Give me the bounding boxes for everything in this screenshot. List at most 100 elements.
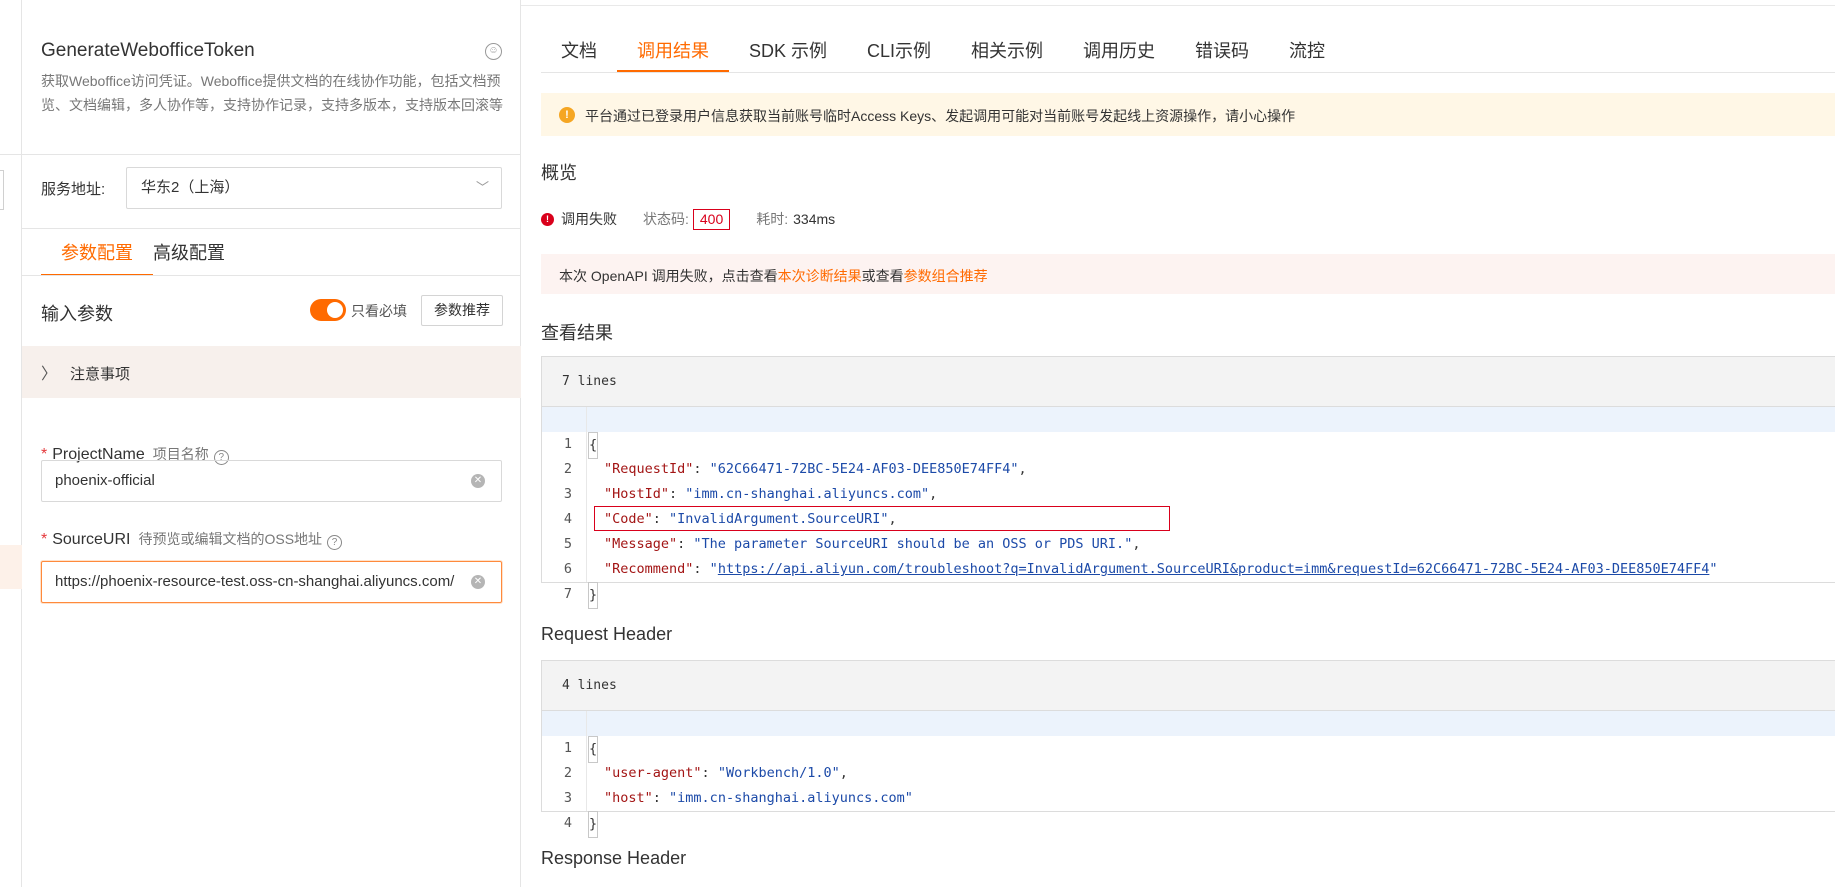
left-tabs: 参数配置 高级配置 bbox=[41, 230, 245, 276]
api-config-panel: GenerateWebofficeToken ☺ 获取Weboffice访问凭证… bbox=[22, 0, 521, 887]
result-title: 查看结果 bbox=[541, 323, 613, 343]
line-number: 4 bbox=[563, 815, 572, 831]
line-count: 7 lines bbox=[542, 357, 1835, 407]
field-name: SourceURI bbox=[52, 531, 131, 548]
tab-param-config[interactable]: 参数配置 bbox=[41, 230, 153, 276]
source-uri-input[interactable]: https://phoenix-resource-test.oss-cn-sha… bbox=[41, 561, 502, 603]
help-circle-icon[interactable]: ? bbox=[327, 535, 343, 550]
service-address-value: 华东2（上海） bbox=[141, 179, 240, 196]
tab-sdk-example[interactable]: SDK 示例 bbox=[729, 30, 847, 72]
elapsed-value: 334ms bbox=[793, 211, 836, 227]
tab-advanced-config[interactable]: 高级配置 bbox=[153, 230, 245, 274]
source-uri-label: * SourceURI 待预览或编辑文档的OSS地址? bbox=[41, 529, 343, 550]
tab-cli-example[interactable]: CLI示例 bbox=[847, 30, 951, 72]
divider bbox=[521, 5, 1835, 6]
code-line: 3 "HostId": "imm.cn-shanghai.aliyuncs.com… bbox=[542, 457, 1835, 502]
elapsed-label: 耗时: bbox=[756, 211, 789, 227]
collapsed-panel-edge[interactable] bbox=[0, 170, 4, 210]
status-code-label: 状态码: bbox=[643, 211, 689, 227]
code-line: 3 "host": "imm.cn-shanghai.aliyuncs.com" bbox=[542, 761, 1835, 806]
gutter bbox=[586, 407, 587, 432]
message-highlight-box bbox=[594, 506, 1170, 531]
smile-face-icon[interactable]: ☺ bbox=[485, 43, 502, 60]
error-circle-icon: ! bbox=[541, 212, 554, 226]
gutter bbox=[586, 736, 587, 761]
gutter bbox=[586, 482, 587, 507]
gutter bbox=[586, 761, 587, 786]
active-item-highlight bbox=[0, 545, 22, 589]
diagnosis-link[interactable]: 本次诊断结果 bbox=[778, 268, 862, 284]
project-name-input[interactable]: phoenix-official ✕ bbox=[41, 460, 502, 502]
status-row: ! 调用失败 状态码: 400 耗时: 334ms bbox=[541, 208, 835, 230]
code-line: 1{ bbox=[542, 407, 1835, 459]
gutter bbox=[586, 711, 587, 736]
result-code-panel: 7 lines 1{ 2 "RequestId": "62C66471-72BC-… bbox=[541, 356, 1835, 609]
tab-related-examples[interactable]: 相关示例 bbox=[951, 30, 1063, 72]
notice-collapse[interactable]: 〉 注意事项 bbox=[22, 346, 521, 398]
code-line: 1{ bbox=[542, 711, 1835, 763]
gutter bbox=[586, 507, 587, 532]
code-line: 7} bbox=[542, 557, 1835, 609]
close-brace: } bbox=[588, 811, 599, 838]
tab-call-history[interactable]: 调用历史 bbox=[1063, 30, 1175, 72]
tab-rate-limit[interactable]: 流控 bbox=[1269, 30, 1345, 72]
line-number: 7 bbox=[563, 586, 572, 602]
tab-error-codes[interactable]: 错误码 bbox=[1175, 30, 1269, 72]
divider bbox=[22, 154, 521, 155]
warning-circle-icon: ! bbox=[559, 107, 575, 123]
side-nav-strip bbox=[0, 0, 22, 887]
gutter bbox=[586, 432, 587, 457]
fail-notice-prefix: 本次 OpenAPI 调用失败，点击查看 bbox=[559, 268, 778, 284]
request-header-title: Request Header bbox=[541, 624, 673, 644]
status-text: 调用失败 bbox=[561, 211, 617, 227]
status-code-badge: 400 bbox=[692, 208, 731, 230]
param-recommend-button[interactable]: 参数推荐 bbox=[421, 295, 503, 326]
service-address-select[interactable]: 华东2（上海） ﹀ bbox=[126, 167, 502, 209]
result-panel: 文档 调用结果 SDK 示例 CLI示例 相关示例 调用历史 错误码 流控 ! … bbox=[521, 0, 1835, 887]
toggle-knob bbox=[327, 302, 343, 318]
source-uri-value: https://phoenix-resource-test.oss-cn-sha… bbox=[55, 573, 455, 590]
tab-call-result[interactable]: 调用结果 bbox=[617, 30, 729, 72]
notice-label: 注意事项 bbox=[70, 366, 131, 383]
input-params-title: 输入参数 bbox=[41, 304, 113, 324]
api-name: GenerateWebofficeToken bbox=[41, 40, 255, 61]
gutter bbox=[586, 557, 587, 582]
service-address-label: 服务地址: bbox=[41, 181, 106, 198]
code-line: 4} bbox=[542, 786, 1835, 838]
gutter bbox=[586, 532, 587, 557]
required-mark: * bbox=[41, 531, 48, 548]
tab-docs[interactable]: 文档 bbox=[541, 30, 617, 72]
fail-notice-text: 本次 OpenAPI 调用失败，点击查看本次诊断结果或查看参数组合推荐 bbox=[559, 266, 988, 286]
api-description: 获取Weboffice访问凭证。Weboffice提供文档的在线协作功能，包括文… bbox=[41, 73, 503, 113]
param-combo-link[interactable]: 参数组合推荐 bbox=[904, 268, 988, 284]
code-line: 4 "Code": "InvalidArgument.SourceURI", bbox=[542, 482, 1835, 527]
project-name-value: phoenix-official bbox=[55, 472, 155, 489]
gutter bbox=[586, 786, 587, 811]
warning-text: 平台通过已登录用户信息获取当前账号临时Access Keys、发起调用可能对当前… bbox=[585, 108, 1296, 124]
fail-notice-banner: 本次 OpenAPI 调用失败，点击查看本次诊断结果或查看参数组合推荐 bbox=[541, 254, 1835, 294]
close-brace: } bbox=[588, 582, 599, 609]
required-only-toggle[interactable] bbox=[310, 299, 346, 321]
divider bbox=[22, 228, 521, 229]
clear-circle-icon[interactable]: ✕ bbox=[471, 575, 485, 589]
divider bbox=[541, 72, 1835, 73]
fail-notice-middle: 或查看 bbox=[861, 268, 904, 284]
code-line: 5 "Message": "The parameter SourceURI sho… bbox=[542, 506, 1835, 552]
chevron-right-icon: 〉 bbox=[41, 366, 58, 383]
request-header-code-panel: 4 lines 1{ 2 "user-agent": "Workbench/1.0… bbox=[541, 660, 1835, 838]
divider bbox=[0, 154, 22, 155]
line-count: 4 lines bbox=[542, 661, 1835, 711]
chevron-down-icon: ﹀ bbox=[475, 180, 489, 195]
response-header-title: Response Header bbox=[541, 848, 687, 868]
clear-circle-icon[interactable]: ✕ bbox=[471, 474, 485, 488]
gutter bbox=[586, 457, 587, 482]
code-line: 6 "Recommend": "https://api.aliyun.com/tr… bbox=[542, 532, 1835, 577]
overview-title: 概览 bbox=[541, 163, 577, 183]
field-desc: 待预览或编辑文档的OSS地址 bbox=[138, 531, 323, 547]
result-tabs: 文档 调用结果 SDK 示例 CLI示例 相关示例 调用历史 错误码 流控 bbox=[541, 30, 1345, 72]
code-line: 2 "RequestId": "62C66471-72BC-5E24-AF03-D… bbox=[542, 432, 1835, 477]
code-line: 2 "user-agent": "Workbench/1.0", bbox=[542, 736, 1835, 781]
warning-banner: ! 平台通过已登录用户信息获取当前账号临时Access Keys、发起调用可能对… bbox=[541, 93, 1835, 136]
required-only-label: 只看必填 bbox=[351, 303, 407, 319]
divider bbox=[22, 275, 521, 276]
